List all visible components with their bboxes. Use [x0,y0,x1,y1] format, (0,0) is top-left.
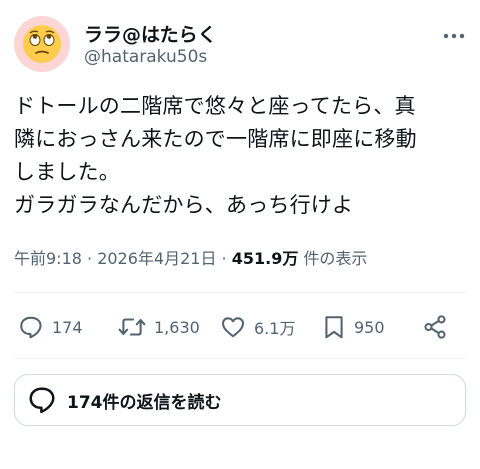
read-replies-label: 174件の返信を読む [67,392,222,413]
bookmark-button[interactable]: 950 [322,310,385,344]
tweet-text-line: ドトールの二階席で悠々と座ってたら、真 [14,94,416,118]
timestamp[interactable]: 午前9:18 · 2026年4月21日 · [14,249,232,268]
divider [14,358,466,359]
like-button[interactable]: 6.1万 [220,310,295,344]
read-replies-button[interactable]: 174件の返信を読む [14,374,466,426]
views-label: 件の表示 [298,249,368,268]
action-bar: 174 1,630 6.1万 950 [18,310,454,344]
share-icon [424,315,446,339]
display-name[interactable]: ララ@はたらく [84,20,217,47]
retweet-count: 1,630 [154,317,200,337]
tweet-text-line: しました。 [14,160,120,184]
reply-button[interactable]: 174 [18,310,83,344]
reply-icon [20,316,42,339]
heart-icon [222,317,244,338]
avatar[interactable] [14,16,70,72]
tweet-text-line: 隣におっさん来たので一階席に即座に移動 [14,127,417,151]
rolling-eyes-emoji-icon [23,25,61,63]
more-button[interactable] [442,26,466,46]
retweet-icon [118,318,146,336]
share-button[interactable] [422,310,448,344]
divider [14,292,466,293]
more-dots-icon [443,33,465,39]
views-count[interactable]: 451.9万 [232,249,299,268]
bookmark-count: 950 [354,317,385,337]
tweet-text: ドトールの二階席で悠々と座ってたら、真 隣におっさん来たので一階席に即座に移動 … [14,90,470,222]
tweet-header: ララ@はたらく @hataraku50s [14,14,466,76]
tweet-meta: 午前9:18 · 2026年4月21日 · 451.9万 件の表示 [14,245,367,269]
retweet-button[interactable]: 1,630 [118,310,200,344]
bookmark-icon [325,316,343,339]
chat-bubble-icon [29,387,55,414]
tweet-text-line: ガラガラなんだから、あっち行けよ [14,193,354,217]
like-count: 6.1万 [254,319,296,338]
user-handle[interactable]: @hataraku50s [84,47,207,67]
reply-count: 174 [52,317,83,337]
